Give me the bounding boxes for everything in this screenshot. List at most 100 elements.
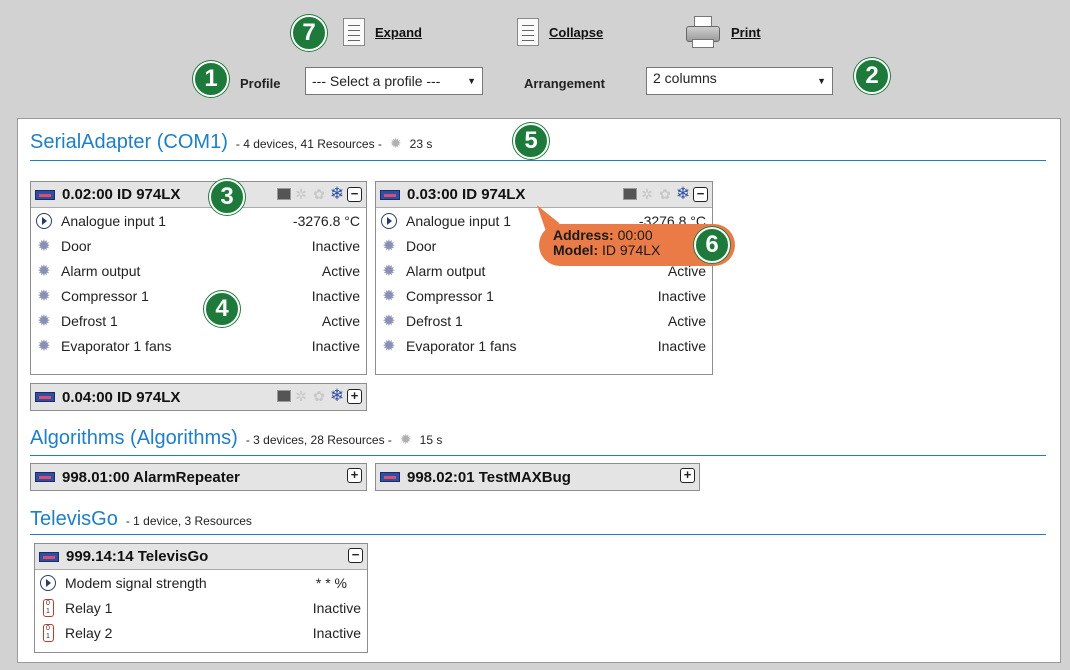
resource-row[interactable]: ✹ Evaporator 1 fans Inactive <box>31 333 366 358</box>
device-card-999-14: 999.14:14 TelevisGo − Modem signal stren… <box>34 543 368 653</box>
resource-name: Evaporator 1 fans <box>406 337 517 354</box>
cog-icon: ✹ <box>37 312 51 330</box>
group-name: SerialAdapter (COM1) <box>30 131 228 153</box>
arrangement-select[interactable]: 2 columns ▼ <box>646 67 833 95</box>
device-icon <box>35 189 55 200</box>
resource-value: Inactive <box>312 599 361 616</box>
resource-value: Active <box>667 312 706 329</box>
arrangement-select-value: 2 columns <box>653 70 717 86</box>
tooltip-model-value: ID 974LX <box>602 242 661 258</box>
group-header-serialadapter[interactable]: SerialAdapter (COM1) - 4 devices, 41 Res… <box>30 131 432 157</box>
cog-icon: ✹ <box>37 262 51 280</box>
resource-name: Relay 1 <box>65 599 113 616</box>
expand-label: Expand <box>375 24 422 40</box>
profile-select-value: --- Select a profile --- <box>312 73 441 89</box>
device-status-icons: ✲ ✿ ❄ + <box>277 386 362 405</box>
resource-row[interactable]: 0 1 Relay 1 Inactive <box>35 595 367 620</box>
gauge-icon <box>35 212 53 230</box>
gauge-icon <box>380 212 398 230</box>
device-card-998-02: 998.02:01 TestMAXBug + <box>375 463 700 491</box>
resource-row[interactable]: 0 1 Relay 2 Inactive <box>35 620 367 645</box>
device-card-header[interactable]: 998.01:00 AlarmRepeater + <box>31 464 366 490</box>
print-button[interactable]: Print <box>685 14 761 50</box>
resource-row[interactable]: Modem signal strength * * % <box>35 570 367 595</box>
resource-name: Modem signal strength <box>65 574 207 591</box>
group-header-televisgo[interactable]: TelevisGo - 1 device, 3 Resources <box>30 508 252 534</box>
resource-name: Defrost 1 <box>61 312 118 329</box>
snowflake-icon: ❄ <box>675 184 691 203</box>
group-divider <box>30 455 1046 456</box>
tooltip-address-label: Address: <box>553 227 614 243</box>
resource-name: Evaporator 1 fans <box>61 337 172 354</box>
gear-icon: ✹ <box>399 431 412 447</box>
resource-name: Compressor 1 <box>406 287 494 304</box>
snowflake-icon: ❄ <box>329 386 345 405</box>
group-divider <box>30 534 1046 535</box>
resource-value: * * % <box>315 574 347 591</box>
collapse-toggle-button[interactable]: − <box>348 548 363 563</box>
callout-6: 6 <box>694 227 730 263</box>
device-card-header[interactable]: 998.02:01 TestMAXBug + <box>376 464 699 490</box>
device-title: 998.01:00 AlarmRepeater <box>62 468 240 486</box>
defrost-icon: ✲ <box>295 186 307 202</box>
collapse-icon <box>517 18 539 46</box>
expand-toggle-button[interactable]: + <box>347 468 362 483</box>
resource-value: Inactive <box>312 624 361 641</box>
resource-row[interactable]: ✹ Alarm output Active <box>31 258 366 283</box>
device-title: 999.14:14 TelevisGo <box>66 548 209 565</box>
snowflake-icon: ❄ <box>329 184 345 203</box>
collapse-toggle-button[interactable]: − <box>693 186 708 202</box>
expand-toggle-button[interactable]: + <box>680 468 695 483</box>
device-status-icons: ✲ ✿ ❄ − <box>277 184 362 203</box>
group-name: Algorithms (Algorithms) <box>30 427 238 449</box>
collapse-toggle-button[interactable]: − <box>347 186 362 202</box>
device-icon <box>39 551 59 562</box>
profile-select[interactable]: --- Select a profile --- ▼ <box>305 67 483 95</box>
callout-4: 4 <box>204 291 240 327</box>
callout-2: 2 <box>854 58 890 94</box>
resource-row[interactable]: ✹ Defrost 1 Active <box>31 308 366 333</box>
resource-row[interactable]: ✹ Defrost 1 Active <box>376 308 712 333</box>
device-icon <box>380 189 400 200</box>
expand-button[interactable]: Expand <box>343 14 422 50</box>
cog-icon: ✹ <box>382 337 396 355</box>
device-card-header[interactable]: 0.04:00 ID 974LX ✲ ✿ ❄ + <box>31 384 366 410</box>
group-header-algorithms[interactable]: Algorithms (Algorithms) - 3 devices, 28 … <box>30 427 442 453</box>
device-icon <box>35 472 55 482</box>
resource-name: Relay 2 <box>65 624 113 641</box>
profile-label: Profile <box>240 76 281 91</box>
group-time: 23 s <box>409 137 433 151</box>
resource-row[interactable]: ✹ Evaporator 1 fans Inactive <box>376 333 712 358</box>
group-info: - 3 devices, 28 Resources - <box>245 433 392 447</box>
expand-toggle-button[interactable]: + <box>347 388 362 404</box>
resource-row[interactable]: ✹ Door Inactive <box>31 233 366 258</box>
collapse-button[interactable]: Collapse <box>517 14 603 50</box>
resource-value: -3276.8 °C <box>292 212 360 229</box>
group-info: - 1 device, 3 Resources <box>125 514 252 528</box>
device-card-header[interactable]: 999.14:14 TelevisGo − <box>35 544 367 570</box>
resource-name: Defrost 1 <box>406 312 463 329</box>
fan-icon: ✿ <box>659 186 671 202</box>
resource-value: Active <box>321 312 360 329</box>
resource-row[interactable]: Analogue input 1 -3276.8 °C <box>31 208 366 233</box>
relay-icon: 01 <box>39 623 57 642</box>
resource-row[interactable]: ✹ Compressor 1 Inactive <box>376 283 712 308</box>
cog-icon: ✹ <box>37 337 51 355</box>
resource-name: Alarm output <box>61 262 141 279</box>
resource-name: Compressor 1 <box>61 287 149 304</box>
device-card-header[interactable]: 0.02:00 ID 974LX ✲ ✿ ❄ − <box>31 182 366 208</box>
resource-row[interactable]: ✹ Compressor 1 Inactive <box>31 283 366 308</box>
chevron-down-icon: ▼ <box>817 76 826 86</box>
resource-value: Inactive <box>657 287 706 304</box>
cog-icon: ✹ <box>37 287 51 305</box>
cog-icon: ✹ <box>382 237 396 255</box>
device-status-icons: ✲ ✿ ❄ − <box>623 184 708 203</box>
defrost-icon: ✲ <box>295 388 307 404</box>
devices-panel: SerialAdapter (COM1) - 4 devices, 41 Res… <box>17 118 1061 663</box>
device-card-998-01: 998.01:00 AlarmRepeater + <box>30 463 367 491</box>
callout-7: 7 <box>291 15 327 51</box>
fan-icon: ✿ <box>313 388 325 404</box>
device-title: 0.02:00 ID 974LX <box>62 186 181 203</box>
device-status-icons: + <box>680 468 695 483</box>
callout-1: 1 <box>193 61 229 97</box>
